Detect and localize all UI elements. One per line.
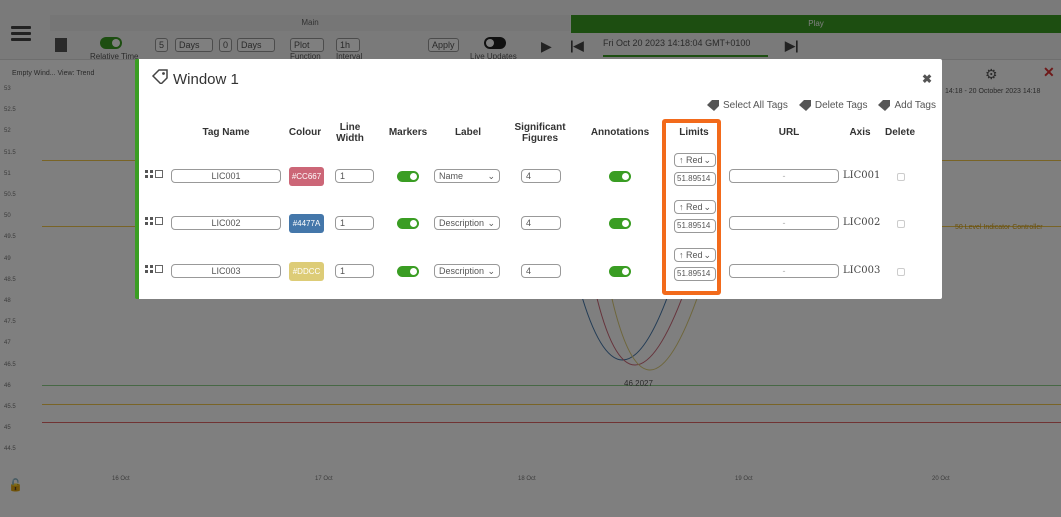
colour-swatch[interactable]: #CC667 <box>289 167 324 186</box>
header-tag-name: Tag Name <box>202 127 250 138</box>
axis-label: LIC003 <box>843 265 881 276</box>
modal-title: Window 1 <box>173 71 239 88</box>
header-line-width-2: Width <box>336 133 364 144</box>
row-select-checkbox[interactable] <box>155 217 163 225</box>
delete-checkbox[interactable] <box>897 268 905 276</box>
header-line-width-1: Line <box>339 122 361 133</box>
markers-toggle[interactable] <box>397 171 419 182</box>
drag-handle-icon[interactable] <box>145 265 153 273</box>
header-sig-figs-2: Figures <box>521 133 559 144</box>
label-select-value: Description <box>439 218 485 228</box>
header-axis: Axis <box>849 127 871 138</box>
tag-delete-icon <box>798 100 811 111</box>
markers-toggle[interactable] <box>397 266 419 277</box>
row-select-checkbox[interactable] <box>155 170 163 178</box>
label-select[interactable]: Description ⌄ <box>434 216 500 230</box>
window-settings-modal: Window 1 ✖ Select All Tags Delete Tags A… <box>135 59 942 299</box>
add-tags-button[interactable]: Add Tags <box>877 99 936 111</box>
drag-handle-icon[interactable] <box>145 170 153 178</box>
delete-checkbox[interactable] <box>897 173 905 181</box>
tag-name-input[interactable]: LIC001 <box>171 169 281 183</box>
header-url: URL <box>778 127 800 138</box>
header-markers: Markers <box>388 127 428 138</box>
annotations-toggle[interactable] <box>609 218 631 229</box>
tag-name-input[interactable]: LIC003 <box>171 264 281 278</box>
annotations-toggle[interactable] <box>609 171 631 182</box>
limits-column-highlight <box>662 119 721 295</box>
tag-name-input[interactable]: LIC002 <box>171 216 281 230</box>
header-line-width: Line Width <box>330 122 370 144</box>
header-delete: Delete <box>884 127 915 138</box>
label-select[interactable]: Description ⌄ <box>434 264 500 278</box>
delete-tags-label: Delete Tags <box>814 99 868 111</box>
row-select-checkbox[interactable] <box>155 265 163 273</box>
tag-add-icon <box>878 100 891 111</box>
chevron-down-icon: ⌄ <box>487 266 495 276</box>
delete-checkbox[interactable] <box>897 220 905 228</box>
label-select[interactable]: Name ⌄ <box>434 169 500 183</box>
chevron-down-icon: ⌄ <box>487 218 495 228</box>
label-select-value: Name <box>439 171 464 181</box>
tag-actions: Select All Tags Delete Tags Add Tags <box>706 99 936 111</box>
row-controls <box>145 217 163 225</box>
delete-tags-button[interactable]: Delete Tags <box>798 99 868 111</box>
chevron-down-icon: ⌄ <box>487 171 495 181</box>
label-select-value: Description <box>439 266 485 276</box>
line-width-input[interactable]: 1 <box>335 264 374 278</box>
axis-label: LIC002 <box>843 217 881 228</box>
markers-toggle[interactable] <box>397 218 419 229</box>
url-input[interactable]: - <box>729 169 839 183</box>
colour-swatch[interactable]: #4477A <box>289 214 324 233</box>
header-label: Label <box>454 127 482 138</box>
header-significant-figures: Significant Figures <box>505 122 575 144</box>
drag-handle-icon[interactable] <box>145 217 153 225</box>
axis-label: LIC001 <box>843 170 881 181</box>
significant-figures-input[interactable]: 4 <box>521 264 561 278</box>
row-controls <box>145 170 163 178</box>
close-icon[interactable]: ✖ <box>922 72 932 86</box>
add-tags-label: Add Tags <box>894 99 936 111</box>
colour-swatch[interactable]: #DDCC <box>289 262 324 281</box>
line-width-input[interactable]: 1 <box>335 216 374 230</box>
header-annotations: Annotations <box>590 127 650 138</box>
significant-figures-input[interactable]: 4 <box>521 169 561 183</box>
line-width-input[interactable]: 1 <box>335 169 374 183</box>
tag-check-icon <box>706 100 719 111</box>
annotations-toggle[interactable] <box>609 266 631 277</box>
select-all-tags-button[interactable]: Select All Tags <box>706 99 788 111</box>
url-input[interactable]: - <box>729 216 839 230</box>
select-all-tags-label: Select All Tags <box>722 99 788 111</box>
significant-figures-input[interactable]: 4 <box>521 216 561 230</box>
header-colour: Colour <box>288 127 322 138</box>
row-controls <box>145 265 163 273</box>
url-input[interactable]: - <box>729 264 839 278</box>
header-sig-figs-1: Significant <box>514 122 566 133</box>
tag-icon <box>151 69 168 84</box>
